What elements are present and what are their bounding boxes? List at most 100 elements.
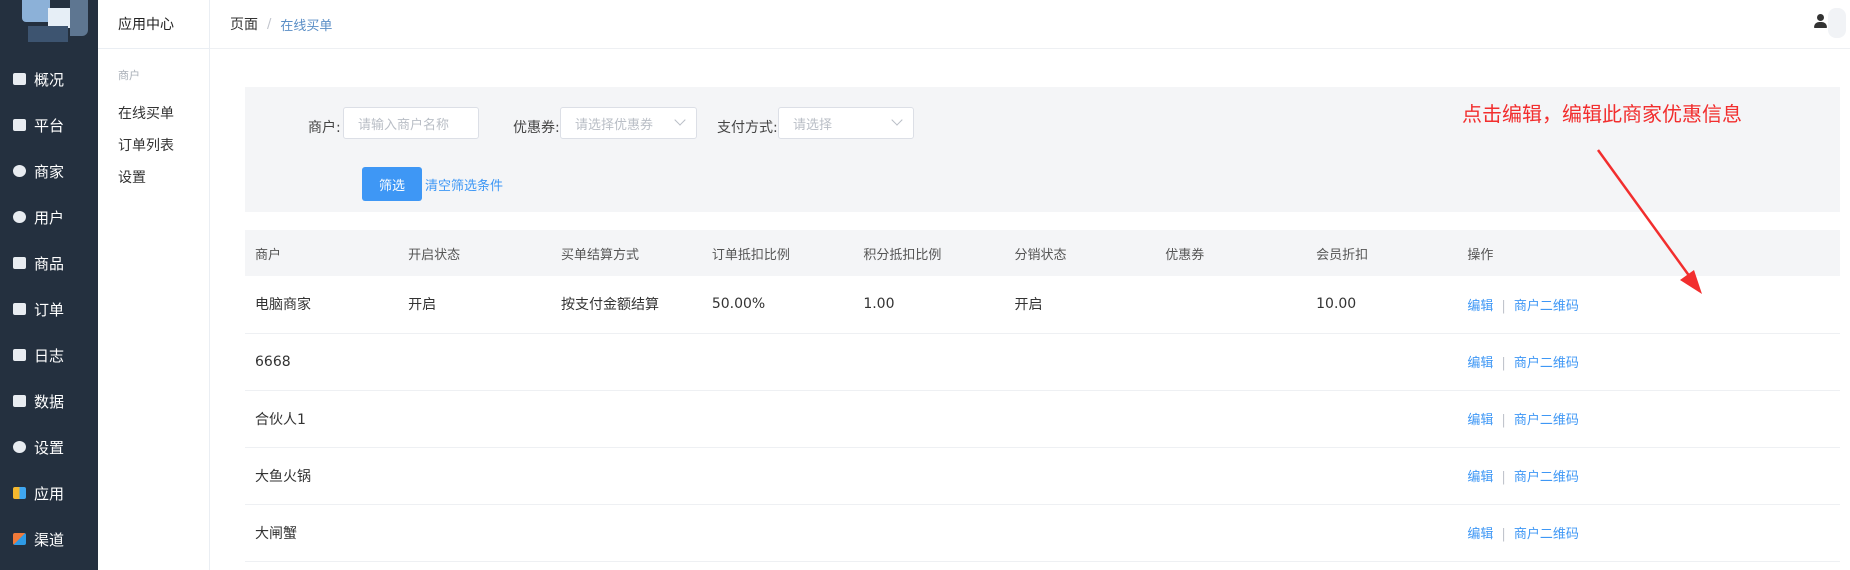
table-cell [1155,276,1307,334]
sub-item-online-pay[interactable]: 在线买单 [98,95,209,131]
table-cell [1155,447,1307,505]
chevron-down-icon [674,114,686,126]
nav-item-overview[interactable]: 概况 [0,56,98,102]
goods-icon [13,257,26,269]
edit-link[interactable]: 编辑 [1467,527,1493,542]
merchant-qr-link[interactable]: 商户二维码 [1514,413,1579,428]
chart-icon [13,395,26,407]
row-actions: 编辑 | 商户二维码 [1457,447,1840,505]
edit-link[interactable]: 编辑 [1467,299,1493,314]
merchant-qr-link[interactable]: 商户二维码 [1514,470,1579,485]
filter-button[interactable]: 筛选 [362,167,422,201]
table-cell [398,333,551,391]
table-cell [701,447,854,505]
col-header-order-deduction: 订单抵扣比例 [701,230,854,276]
row-actions: 编辑 | 商户二维码 [1457,276,1840,334]
clear-filters-link[interactable]: 清空筛选条件 [425,175,503,194]
merchant-qr-link[interactable]: 商户二维码 [1514,299,1579,314]
table-cell [1155,390,1307,448]
table-cell: 6668 [245,333,399,391]
table-cell [1306,504,1458,562]
nav-item-settings[interactable]: 设置 [0,424,98,470]
coupon-filter-label: 优惠券: [513,120,560,136]
chevron-down-icon [891,114,903,126]
gear-icon [13,441,26,453]
nav-item-goods[interactable]: 商品 [0,240,98,286]
table-row: 大闸蟹 编辑 | 商户二维码 [245,504,1840,562]
table-cell [1004,447,1156,505]
table-cell: 10.00 [1306,276,1458,334]
table-cell [701,504,854,562]
logo[interactable] [18,0,88,42]
table-cell [701,390,854,448]
table-cell [398,504,551,562]
table-cell [550,447,702,505]
table-row: 6668 编辑 | 商户二维码 [245,333,1840,391]
breadcrumb-separator: / [267,16,272,32]
user-icon [13,211,26,223]
table-cell: 按支付金额结算 [550,276,702,334]
col-header-actions: 操作 [1457,230,1840,276]
sub-group-label: 商户 [118,69,140,82]
table-cell: 开启 [1004,276,1156,334]
table-cell [853,447,1005,505]
table-cell [853,504,1005,562]
sub-sidebar: 应用中心 商户 在线买单 订单列表 设置 [98,0,210,570]
merchant-table: 商户 开启状态 买单结算方式 订单抵扣比例 积分抵扣比例 分销状态 优惠券 会员… [245,230,1840,562]
edit-link[interactable]: 编辑 [1467,470,1493,485]
payment-select[interactable]: 请选择 [778,107,914,139]
table-cell [550,390,702,448]
merchant-qr-link[interactable]: 商户二维码 [1514,356,1579,371]
col-header-settlement: 买单结算方式 [550,230,702,276]
table-cell [853,333,1005,391]
apps-icon [13,487,26,499]
table-cell [1306,333,1458,391]
table-header-row: 商户 开启状态 买单结算方式 订单抵扣比例 积分抵扣比例 分销状态 优惠券 会员… [245,230,1840,276]
table-cell: 大闸蟹 [245,504,399,562]
table-cell [853,390,1005,448]
table-cell: 开启 [398,276,551,334]
nav-item-data[interactable]: 数据 [0,378,98,424]
table-cell [1306,390,1458,448]
col-header-points-deduction: 积分抵扣比例 [853,230,1005,276]
row-actions: 编辑 | 商户二维码 [1457,333,1840,391]
log-icon [13,349,26,361]
nav-item-log[interactable]: 日志 [0,332,98,378]
table-cell [550,333,702,391]
col-header-merchant: 商户 [245,230,399,276]
table-cell: 50.00% [701,276,854,334]
sub-item-order-list[interactable]: 订单列表 [98,127,209,163]
merchant-qr-link[interactable]: 商户二维码 [1514,527,1579,542]
sub-sidebar-title: 应用中心 [98,0,209,49]
table-cell: 合伙人1 [245,390,399,448]
main-sidebar: 概况 平台 商家 用户 商品 订单 日志 数据 设置 应用 渠道 [0,0,98,570]
merchant-search-input[interactable]: 请输入商户名称 [343,107,479,139]
screen-icon [13,119,26,131]
nav-item-merchant[interactable]: 商家 [0,148,98,194]
col-header-coupon: 优惠券 [1155,230,1307,276]
table-cell [550,504,702,562]
breadcrumb-current: 在线买单 [280,18,333,34]
edit-link[interactable]: 编辑 [1467,413,1493,428]
table-cell [1004,333,1156,391]
table-cell [1004,390,1156,448]
col-header-member-discount: 会员折扣 [1306,230,1458,276]
sub-item-settings[interactable]: 设置 [98,159,209,195]
nav-item-platform[interactable]: 平台 [0,102,98,148]
edit-link[interactable]: 编辑 [1467,356,1493,371]
main-content: 商户: 请输入商户名称 优惠券: 请选择优惠券 支付方式: 请选择 筛选 清空筛… [210,50,1850,570]
cube-icon [13,533,26,545]
nav-item-channel[interactable]: 渠道 [0,516,98,562]
header-bar: 页面 / 在线买单 [210,0,1850,49]
order-icon [13,303,26,315]
breadcrumb-root[interactable]: 页面 [230,14,258,34]
coupon-select[interactable]: 请选择优惠券 [560,107,697,139]
nav-item-user[interactable]: 用户 [0,194,98,240]
nav-item-order[interactable]: 订单 [0,286,98,332]
table-cell [398,390,551,448]
table-cell [1306,447,1458,505]
nav-item-apps[interactable]: 应用 [0,470,98,516]
user-avatar-icon[interactable] [1812,8,1846,38]
row-actions: 编辑 | 商户二维码 [1457,504,1840,562]
row-actions: 编辑 | 商户二维码 [1457,390,1840,448]
